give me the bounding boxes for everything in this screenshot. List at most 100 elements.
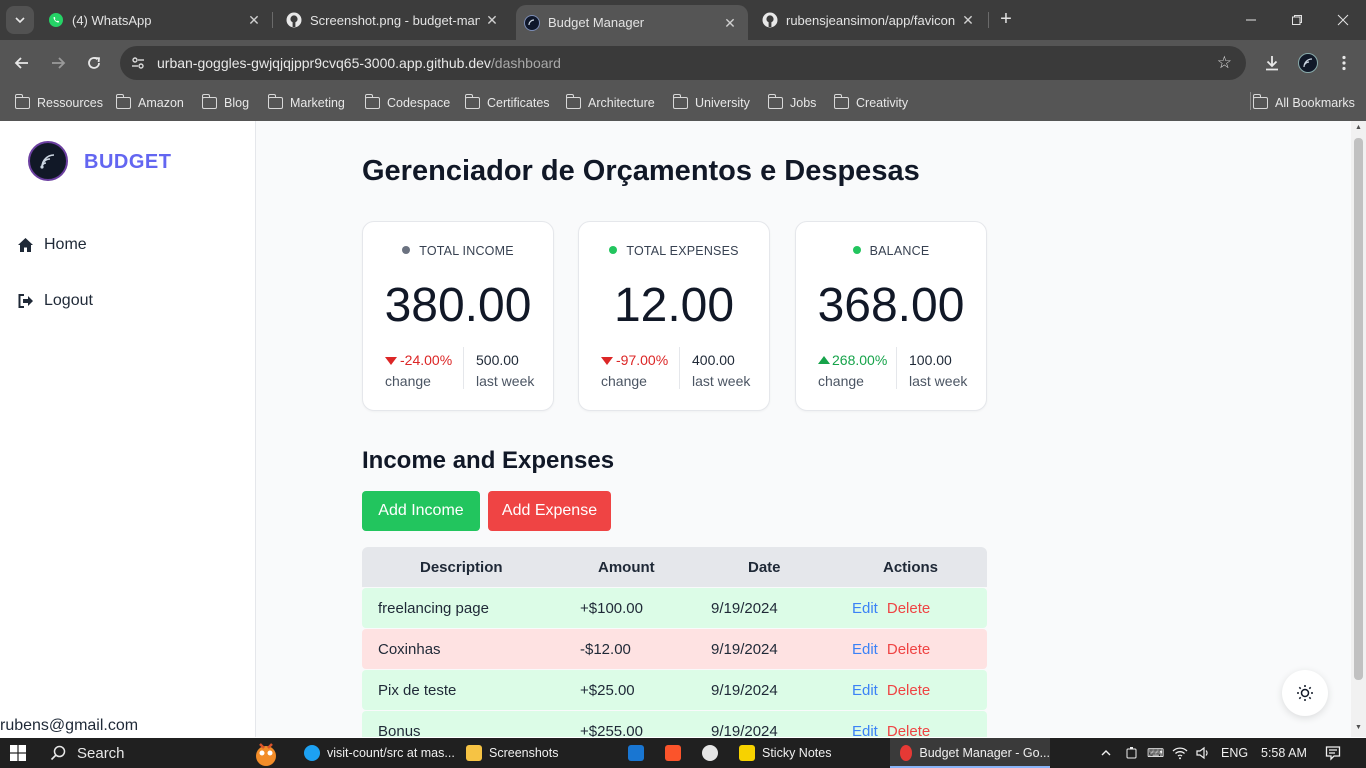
column-header-actions: Actions bbox=[883, 558, 939, 576]
menu-kebab-icon[interactable] bbox=[1331, 50, 1357, 76]
cell-actions: Edit Delete bbox=[852, 711, 930, 738]
battery-icon[interactable] bbox=[1125, 738, 1139, 768]
taskbar-app-sticky-notes[interactable]: Sticky Notes bbox=[739, 738, 831, 768]
taskbar-app-explorer[interactable]: Screenshots bbox=[466, 738, 558, 768]
bookmark-folder[interactable]: Amazon bbox=[115, 93, 184, 113]
browser-toolbar: urban-goggles-gwjqjqjppr9cvq65-3000.app.… bbox=[0, 40, 1366, 86]
bookmark-star-icon[interactable]: ☆ bbox=[1217, 53, 1232, 73]
bookmark-folder[interactable]: Jobs bbox=[767, 93, 816, 113]
folder-icon bbox=[364, 94, 380, 109]
search-label: Search bbox=[77, 744, 125, 762]
window-close-icon[interactable] bbox=[1320, 0, 1366, 40]
theme-toggle-button[interactable] bbox=[1282, 670, 1328, 716]
sun-icon bbox=[1297, 685, 1313, 701]
taskbar-app-chrome[interactable]: Budget Manager - Go... bbox=[890, 738, 1050, 768]
minimize-icon[interactable] bbox=[1228, 0, 1274, 40]
arrow-down-icon bbox=[385, 357, 397, 365]
close-icon[interactable]: ✕ bbox=[960, 12, 976, 29]
new-tab-plus-icon[interactable]: + bbox=[996, 9, 1016, 30]
download-icon[interactable] bbox=[1259, 50, 1285, 76]
close-icon[interactable]: ✕ bbox=[484, 12, 500, 29]
table-row: Coxinhas -$12.00 9/19/2024 Edit Delete bbox=[362, 629, 987, 669]
tab-title: Screenshot.png - budget-manag bbox=[310, 12, 480, 28]
bookmark-folder[interactable]: Creativity bbox=[833, 93, 908, 113]
folder-icon bbox=[464, 94, 480, 109]
start-button[interactable] bbox=[10, 738, 26, 768]
card-last-week-caption: last week bbox=[909, 373, 968, 389]
notification-icon[interactable] bbox=[1325, 738, 1341, 768]
bookmark-folder[interactable]: Marketing bbox=[267, 93, 345, 113]
address-bar[interactable]: urban-goggles-gwjqjqjppr9cvq65-3000.app.… bbox=[120, 46, 1246, 80]
bookmark-folder[interactable]: Architecture bbox=[565, 93, 655, 113]
card-value: 12.00 bbox=[613, 279, 735, 332]
tab-budget-manager[interactable]: Budget Manager ✕ bbox=[516, 5, 748, 40]
forward-arrow-icon[interactable] bbox=[45, 50, 71, 76]
card-change: -97.00% bbox=[601, 352, 668, 368]
delete-link[interactable]: Delete bbox=[887, 600, 930, 617]
site-settings-icon[interactable] bbox=[130, 55, 146, 71]
card-change-caption: change bbox=[385, 373, 431, 389]
tab-search-button[interactable] bbox=[6, 6, 34, 34]
volume-icon[interactable] bbox=[1195, 738, 1211, 768]
brave-icon[interactable] bbox=[665, 738, 681, 768]
edge-icon bbox=[304, 745, 320, 761]
edit-link[interactable]: Edit bbox=[852, 682, 878, 699]
tab-separator bbox=[272, 12, 273, 28]
folder-icon bbox=[833, 94, 849, 109]
taskbar-search[interactable]: Search bbox=[40, 738, 240, 768]
tab-favicon[interactable]: rubensjeansimon/app/favicon.ic ✕ bbox=[754, 0, 986, 40]
card-divider bbox=[679, 347, 680, 389]
tab-title: (4) WhatsApp bbox=[72, 12, 152, 28]
tab-screenshot[interactable]: Screenshot.png - budget-manag ✕ bbox=[278, 0, 510, 40]
browser-tabstrip: (4) WhatsApp ✕ Screenshot.png - budget-m… bbox=[0, 0, 1366, 40]
chevron-up-icon[interactable] bbox=[1100, 738, 1112, 768]
sidebar-item-home[interactable]: Home bbox=[16, 233, 87, 257]
back-arrow-icon[interactable] bbox=[9, 50, 35, 76]
chevron-down-icon bbox=[15, 17, 25, 24]
copilot-mascot-icon[interactable] bbox=[250, 738, 282, 768]
tab-title: rubensjeansimon/app/favicon.ic bbox=[786, 12, 956, 28]
cell-amount: +$255.00 bbox=[580, 722, 643, 738]
bookmark-folder[interactable]: University bbox=[672, 93, 750, 113]
bookmark-label: Certificates bbox=[487, 96, 550, 110]
edit-link[interactable]: Edit bbox=[852, 600, 878, 617]
status-dot bbox=[852, 246, 861, 254]
bookmark-folder[interactable]: Blog bbox=[201, 93, 249, 113]
close-icon[interactable]: ✕ bbox=[722, 15, 738, 32]
wifi-icon[interactable] bbox=[1172, 738, 1188, 768]
language-indicator[interactable]: ENG bbox=[1221, 738, 1248, 768]
reload-icon[interactable] bbox=[81, 50, 107, 76]
card-change-value: -24.00% bbox=[400, 352, 453, 368]
scroll-down-arrow-icon[interactable]: ▼ bbox=[1354, 724, 1363, 731]
page-scrollbar[interactable]: ▲ ▼ bbox=[1351, 121, 1366, 737]
profile-avatar-icon[interactable] bbox=[1295, 50, 1321, 76]
penguin-icon[interactable] bbox=[702, 738, 718, 768]
mail-icon[interactable] bbox=[628, 738, 644, 768]
delete-link[interactable]: Delete bbox=[887, 682, 930, 699]
folder-icon bbox=[767, 94, 783, 109]
folder-icon bbox=[115, 94, 131, 109]
scroll-up-arrow-icon[interactable]: ▲ bbox=[1354, 124, 1363, 131]
bookmark-folder[interactable]: Codespace bbox=[364, 93, 450, 113]
bookmark-folder[interactable]: Ressources bbox=[14, 93, 103, 113]
scroll-thumb[interactable] bbox=[1354, 138, 1363, 680]
card-change: -24.00% bbox=[385, 352, 452, 368]
add-expense-button[interactable]: Add Expense bbox=[488, 491, 611, 531]
tab-whatsapp[interactable]: (4) WhatsApp ✕ bbox=[40, 0, 272, 40]
edit-link[interactable]: Edit bbox=[852, 723, 878, 738]
taskbar-app-edge[interactable]: visit-count/src at mas... bbox=[304, 738, 455, 768]
all-bookmarks[interactable]: All Bookmarks bbox=[1252, 93, 1355, 113]
add-income-button[interactable]: Add Income bbox=[362, 491, 480, 531]
cell-description: Coxinhas bbox=[378, 640, 441, 658]
edit-link[interactable]: Edit bbox=[852, 641, 878, 658]
bookmark-folder[interactable]: Certificates bbox=[464, 93, 550, 113]
sidebar-item-logout[interactable]: Logout bbox=[16, 289, 93, 313]
delete-link[interactable]: Delete bbox=[887, 723, 930, 738]
restore-icon[interactable] bbox=[1274, 0, 1320, 40]
clock-time[interactable]: 5:58 AM bbox=[1261, 738, 1307, 768]
close-icon[interactable]: ✕ bbox=[246, 12, 262, 29]
column-header-amount: Amount bbox=[598, 558, 655, 576]
table-header: Description Amount Date Actions bbox=[362, 547, 987, 587]
delete-link[interactable]: Delete bbox=[887, 641, 930, 658]
ime-icon[interactable]: ⌨ bbox=[1147, 738, 1164, 768]
